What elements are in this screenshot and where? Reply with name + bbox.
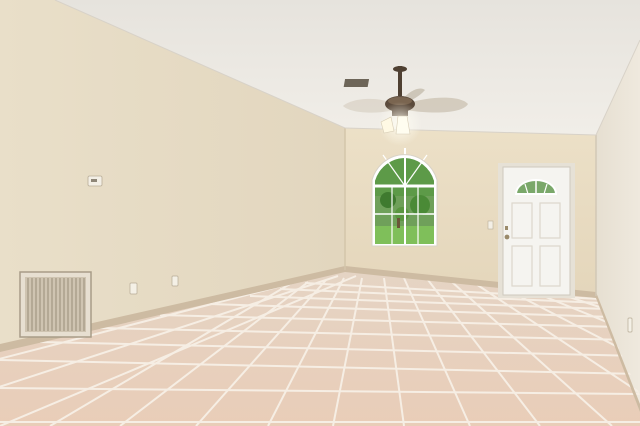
- front-door: [498, 163, 575, 298]
- wall-outlet: [129, 282, 138, 295]
- room-illustration: [0, 0, 640, 426]
- wall-outlet: [627, 317, 633, 333]
- wall-outlet: [171, 275, 179, 287]
- light-switch: [487, 220, 494, 230]
- ceiling-vent: [343, 79, 370, 87]
- air-return-vent: [19, 271, 92, 338]
- door-knob-icon: [504, 234, 510, 240]
- empty-room-photo: [0, 0, 640, 426]
